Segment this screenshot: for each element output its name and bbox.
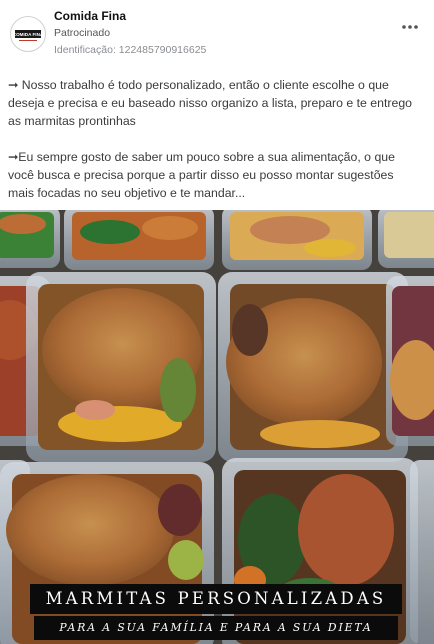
banner-subtitle: PARA A SUA FAMÍLIA E PARA A SUA DIETA xyxy=(34,616,398,640)
post-header: COMIDA FINA Comida Fina Patrocinado Iden… xyxy=(0,0,434,64)
food-containers-photo xyxy=(0,210,434,644)
image-text-banner: MARMITAS PERSONALIZADAS PARA A SUA FAMÍL… xyxy=(30,584,402,642)
comida-fina-logo: COMIDA FINA xyxy=(12,18,44,50)
post-image[interactable] xyxy=(0,210,434,644)
caption-paragraph: ➞Eu sempre gosto de saber um pouco sobre… xyxy=(8,150,395,200)
page-avatar[interactable]: COMIDA FINA xyxy=(10,16,46,52)
post-caption: ➞ Nosso trabalho é todo personalizado, e… xyxy=(8,76,422,202)
svg-text:COMIDA FINA: COMIDA FINA xyxy=(13,32,44,37)
caption-paragraph: ➞ Nosso trabalho é todo personalizado, e… xyxy=(8,78,413,128)
identification-text: Identificação: 122485790916625 xyxy=(54,44,207,56)
banner-title: MARMITAS PERSONALIZADAS xyxy=(30,584,402,614)
page-name-link[interactable]: Comida Fina xyxy=(54,9,126,23)
more-options-icon[interactable] xyxy=(400,22,420,32)
sponsored-label: Patrocinado xyxy=(54,27,111,39)
